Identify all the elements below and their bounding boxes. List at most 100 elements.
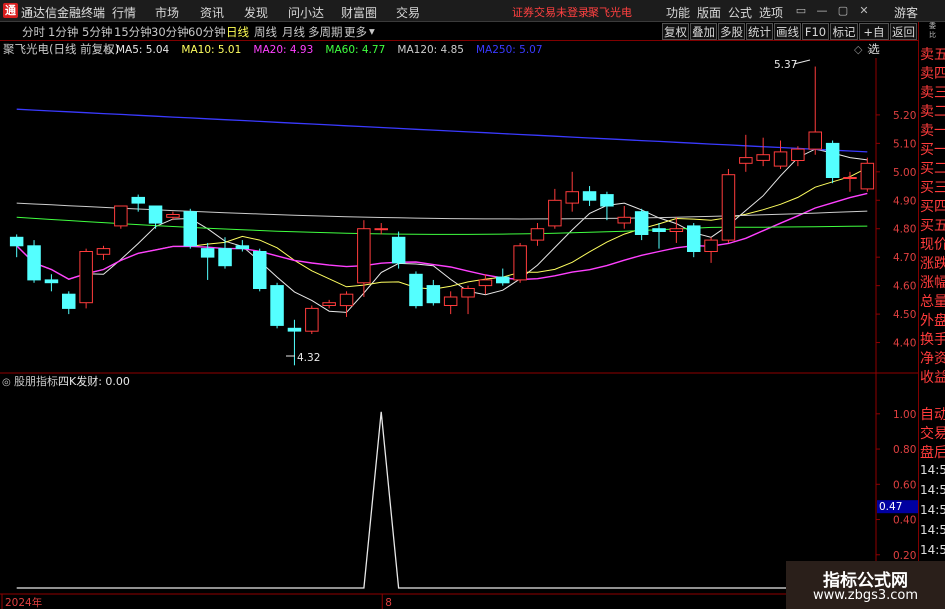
menu-item-ask-xiaoda[interactable]: 问小达 [288,4,324,21]
back-button[interactable]: 返回 [890,23,917,40]
maximize-icon[interactable]: ▢ [835,3,851,19]
mark-button[interactable]: 标记 [830,23,858,40]
draw-line-button[interactable]: 画线 [774,23,801,40]
close-icon[interactable]: ✕ [856,3,872,19]
tab-monthly[interactable]: 月线 [282,24,305,40]
price-tick-label: 5.00 [893,167,916,179]
statistics-button[interactable]: 统计 [746,23,773,40]
candle-down [582,191,597,201]
tab-1min[interactable]: 1分钟 [48,24,78,40]
candle-up [808,131,822,150]
price-tick-label: 4.60 [893,281,916,293]
menu-item-options[interactable]: 选项 [759,4,783,21]
sidebar-trade-time: 14:56 [920,543,945,557]
tab-more[interactable]: 更多 [344,24,367,40]
collapse-diamond-icon[interactable]: ◇ [854,43,863,56]
add-watchlist-button[interactable]: +自选 [859,23,889,56]
ma-legend-item: MA20: 4.93 [253,44,313,56]
kline-chart-svg[interactable]: 聚飞光电(日线 前复权) MA5: 5.04 MA10: 5.01 MA20: 4.… [0,41,918,609]
candle-up [513,245,527,281]
legend-toggle-icon[interactable]: ◎ [104,45,113,56]
overlay-button[interactable]: 叠加 [690,23,717,40]
tab-30min[interactable]: 30分钟 [151,24,189,40]
candle-up [756,154,770,161]
sub-tick-label: 0.80 [893,444,916,456]
multi-stock-button[interactable]: 多股 [718,23,745,40]
sidebar-item: 卖四 [920,66,945,82]
sub-legend-toggle-icon[interactable]: ◎ [2,377,11,388]
tab-intraday[interactable]: 分时 [22,24,45,40]
candle-down [9,236,24,247]
sidebar-item: 卖二 [920,104,945,120]
tab-multi-period[interactable]: 多周期 [308,24,343,40]
guest-user-label[interactable]: 游客 [894,4,918,21]
menu-item-formula[interactable]: 公式 [728,4,752,21]
candle-down [409,273,423,307]
close-panel-icon[interactable]: × [866,43,875,56]
ma10-line [16,167,868,290]
sidebar-item: 买三 [920,180,945,196]
restore-window-icon[interactable]: ▭ [793,3,809,19]
high-price-annotation: 5.37 [774,59,797,71]
candle-up [721,174,736,241]
candle-down [148,205,163,224]
candle-down [652,228,666,232]
sidebar-item: 买五 [920,218,945,234]
ma20-line [16,192,868,281]
adjust-price-button[interactable]: 复权 [662,23,689,40]
tab-5min[interactable]: 5分钟 [82,24,112,40]
sidebar-item: 买四 [920,199,945,215]
sidebar-item: 卖三 [920,85,945,101]
tab-60min[interactable]: 60分钟 [188,24,226,40]
candle-up [79,251,93,304]
candle-up [322,302,336,307]
main-legend-ma: MA5: 5.04 MA10: 5.01 MA20: 4.93 MA60: 4.77 M… [104,44,543,56]
menu-item-layout[interactable]: 版面 [697,4,721,21]
menu-item-quotes[interactable]: 行情 [112,4,136,21]
candle-down [634,211,649,235]
tab-weekly[interactable]: 周线 [254,24,277,40]
sidebar-item: 换手 [920,332,945,348]
menu-item-function[interactable]: 功能 [666,4,690,21]
sidebar-item[interactable]: 自动 [920,406,945,424]
candle-up [860,162,875,190]
menu-item-news[interactable]: 资讯 [200,4,224,21]
watermark-url: www.zbgs3.com [812,588,919,603]
stock-name-title: 聚飞光电 [588,6,632,19]
menu-item-market[interactable]: 市场 [155,4,179,21]
price-tick-label: 4.50 [893,309,916,321]
menu-item-wealth-circle[interactable]: 财富圈 [341,4,377,21]
price-tick-label: 4.70 [893,252,916,264]
f10-button[interactable]: F10 [802,23,829,40]
ma60-line [16,216,868,235]
sidebar-item: 现价 [920,237,945,253]
ma250-line [16,108,868,153]
tab-daily[interactable]: 日线 [226,24,249,40]
trading-terminal-window: 通 通达信金融终端 行情 市场 资讯 发现 问小达 财富圈 交易 证券交易未登录… [0,0,945,609]
candle-up [565,191,579,204]
tab-15min[interactable]: 15分钟 [114,24,152,40]
candle-up [843,177,857,179]
more-chevron-down-icon[interactable]: ▾ [369,24,375,38]
sk-signal-line [16,411,868,589]
candle-up [166,214,180,218]
quote-sidebar: 委比 卖五 卖四 卖三 卖二 卖一 买一 买二 买三 买四 买五 现价 涨跌 涨幅 总量 外盘 换手 净资 收益自… [918,22,945,609]
minimize-icon[interactable]: — [814,3,830,19]
sidebar-item[interactable]: 交易 [920,425,945,443]
menu-item-discover[interactable]: 发现 [244,4,268,21]
menu-item-trade[interactable]: 交易 [396,4,420,21]
sidebar-item: 卖五 [920,47,945,63]
candle-up [739,157,753,164]
low-price-annotation: 4.32 [297,352,320,364]
candle-up [530,228,545,241]
candle-down [183,211,197,247]
candle-down [131,196,145,204]
candle-down [235,245,250,250]
sidebar-item[interactable]: 盘后 [920,444,945,462]
date-tick-label: 8 [385,597,392,609]
kline-chart-area[interactable]: 聚飞光电(日线 前复权) MA5: 5.04 MA10: 5.01 MA20: 4.… [0,41,918,609]
candle-up [617,216,631,224]
candle-down [253,251,267,289]
trade-login-notice[interactable]: 证券交易未登录 [512,4,589,20]
app-logo-icon: 通 [3,3,18,18]
